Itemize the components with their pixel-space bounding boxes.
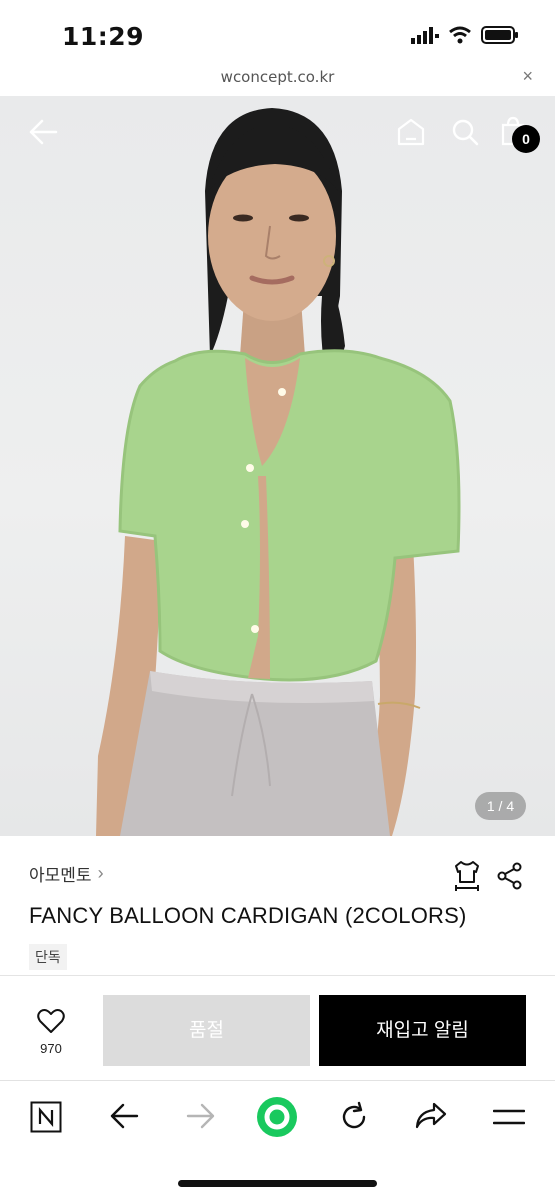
like-button[interactable]: 970 [22,1008,80,1056]
chevron-right-icon: › [97,863,104,883]
size-guide-icon[interactable] [452,860,482,892]
green-circle-icon[interactable] [256,1096,298,1138]
soldout-button[interactable]: 품절 [103,995,310,1066]
home-indicator [178,1180,377,1187]
exclusive-badge: 단독 [29,944,67,970]
status-bar: 11:29 [0,0,555,68]
status-icons [411,26,519,44]
search-icon[interactable] [451,118,479,146]
like-count: 970 [40,1041,62,1056]
browser-back-icon[interactable] [109,1101,139,1131]
browser-forward-icon[interactable] [186,1101,216,1131]
cart-count-badge[interactable]: 0 [512,125,540,153]
restock-alert-button[interactable]: 재입고 알림 [319,995,526,1066]
wifi-icon [449,26,471,44]
hamburger-icon[interactable] [493,1107,525,1127]
heart-icon[interactable] [37,1008,65,1034]
status-time: 11:29 [62,22,145,51]
brand-name[interactable]: 아모멘토 [29,861,92,886]
signal-icon [411,27,439,44]
close-icon[interactable]: × [522,66,533,87]
home-icon[interactable] [396,118,426,146]
url-bar[interactable]: wconcept.co.kr × [0,62,555,96]
divider [0,975,555,976]
arrow-left-icon[interactable] [28,118,58,146]
naver-n-icon[interactable] [30,1101,62,1133]
product-photo [96,108,461,836]
product-image[interactable] [0,96,555,836]
share-arrow-icon[interactable] [414,1101,448,1131]
brand-link[interactable]: 아모멘토 › [29,861,104,886]
image-page-indicator: 1 / 4 [475,792,526,820]
product-title: FANCY BALLOON CARDIGAN (2COLORS) [29,903,467,928]
reload-icon[interactable] [338,1101,370,1133]
battery-icon [481,26,518,44]
share-icon[interactable] [496,862,524,890]
url-text[interactable]: wconcept.co.kr [0,68,555,86]
